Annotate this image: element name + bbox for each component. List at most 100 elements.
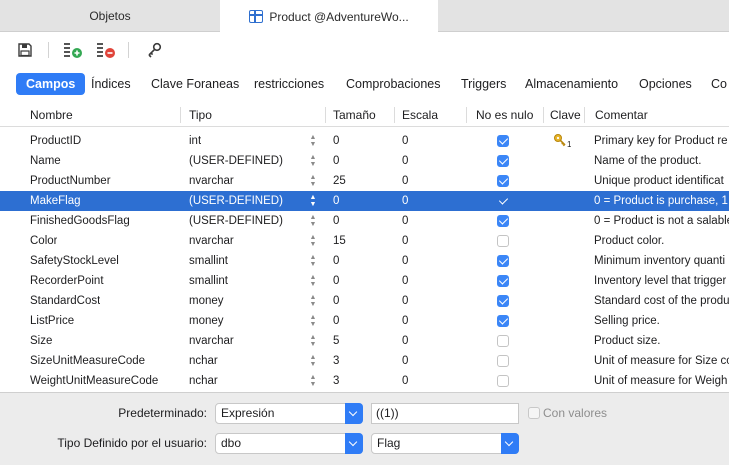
field-name-cell[interactable]: RecorderPoint	[30, 271, 104, 291]
field-name-cell[interactable]: FinishedGoodsFlag	[30, 211, 130, 231]
column-divider[interactable]	[466, 107, 467, 123]
field-size-cell[interactable]: 0	[333, 291, 339, 311]
field-type-cell[interactable]: smallint	[189, 271, 228, 291]
field-size-cell[interactable]: 25	[333, 171, 346, 191]
not-null-checkbox[interactable]	[497, 315, 509, 327]
not-null-checkbox[interactable]	[497, 275, 509, 287]
field-scale-cell[interactable]: 0	[402, 191, 408, 211]
tab-claves-foraneas[interactable]: Clave Foraneas	[151, 73, 239, 95]
field-size-cell[interactable]: 15	[333, 231, 346, 251]
not-null-checkbox[interactable]	[497, 255, 509, 267]
type-stepper-icon[interactable]: ▲ ▼	[309, 294, 317, 308]
field-name-cell[interactable]: MakeFlag	[30, 191, 81, 211]
tab-product-table[interactable]: Product @AdventureWo...	[220, 0, 438, 33]
field-size-cell[interactable]: 0	[333, 151, 339, 171]
field-type-cell[interactable]: money	[189, 311, 224, 331]
not-null-checkbox[interactable]	[497, 215, 509, 227]
field-type-cell[interactable]: nvarchar	[189, 331, 234, 351]
tab-restricciones[interactable]: restricciones	[254, 73, 324, 95]
field-comment-cell[interactable]: Inventory level that trigger	[594, 271, 726, 291]
field-scale-cell[interactable]: 0	[402, 351, 408, 371]
field-name-cell[interactable]: ProductID	[30, 131, 81, 151]
field-name-cell[interactable]: StandardCost	[30, 291, 100, 311]
field-name-cell[interactable]: WeightUnitMeasureCode	[30, 371, 158, 391]
field-type-cell[interactable]: nvarchar	[189, 231, 234, 251]
table-row[interactable]: Color nvarchar ▲ ▼ 15 0 Product color.	[0, 231, 729, 251]
not-null-checkbox[interactable]	[497, 175, 509, 187]
field-name-cell[interactable]: Color	[30, 231, 57, 251]
tab-objetos[interactable]: Objetos	[0, 0, 220, 32]
field-size-cell[interactable]: 3	[333, 351, 339, 371]
field-name-cell[interactable]: SafetyStockLevel	[30, 251, 119, 271]
field-type-cell[interactable]: (USER-DEFINED)	[189, 211, 283, 231]
field-scale-cell[interactable]: 0	[402, 151, 408, 171]
not-null-checkbox[interactable]	[497, 295, 509, 307]
field-type-cell[interactable]: nchar	[189, 351, 218, 371]
field-comment-cell[interactable]: Unit of measure for Weigh	[594, 371, 727, 391]
column-header-scale[interactable]: Escala	[402, 103, 438, 127]
field-size-cell[interactable]: 0	[333, 251, 339, 271]
default-value-input[interactable]: ((1))	[371, 403, 519, 424]
table-row[interactable]: Size nvarchar ▲ ▼ 5 0 Product size.	[0, 331, 729, 351]
add-field-button[interactable]	[62, 39, 84, 61]
field-type-cell[interactable]: money	[189, 291, 224, 311]
field-type-cell[interactable]: nchar	[189, 371, 218, 391]
field-scale-cell[interactable]: 0	[402, 251, 408, 271]
udt-schema-select[interactable]: dbo	[215, 433, 363, 454]
field-comment-cell[interactable]: 0 = Product is not a salable	[594, 211, 729, 231]
field-scale-cell[interactable]: 0	[402, 231, 408, 251]
save-button[interactable]	[14, 39, 36, 61]
column-divider[interactable]	[180, 107, 181, 123]
column-divider[interactable]	[394, 107, 395, 123]
field-comment-cell[interactable]: 0 = Product is purchase, 1 =	[594, 191, 729, 211]
field-scale-cell[interactable]: 0	[402, 271, 408, 291]
column-divider[interactable]	[325, 107, 326, 123]
type-stepper-icon[interactable]: ▲ ▼	[309, 314, 317, 328]
table-row[interactable]: SafetyStockLevel smallint ▲ ▼ 0 0 Minimum inve…	[0, 251, 729, 271]
field-type-cell[interactable]: nvarchar	[189, 171, 234, 191]
with-values-checkbox[interactable]	[528, 407, 540, 419]
type-stepper-icon[interactable]: ▲ ▼	[309, 234, 317, 248]
default-mode-select[interactable]: Expresión	[215, 403, 363, 424]
delete-field-button[interactable]	[95, 39, 117, 61]
field-scale-cell[interactable]: 0	[402, 311, 408, 331]
tab-opciones[interactable]: Opciones	[639, 73, 692, 95]
table-row[interactable]: ProductNumber nvarchar ▲ ▼ 25 0 Unique product…	[0, 171, 729, 191]
field-name-cell[interactable]: Size	[30, 331, 52, 351]
type-stepper-icon[interactable]: ▲ ▼	[309, 194, 317, 208]
field-size-cell[interactable]: 0	[333, 211, 339, 231]
not-null-checkbox[interactable]	[497, 155, 509, 167]
field-type-cell[interactable]: (USER-DEFINED)	[189, 151, 283, 171]
table-row[interactable]: StandardCost money ▲ ▼ 0 0 Standard cost of th…	[0, 291, 729, 311]
field-comment-cell[interactable]: Standard cost of the produ	[594, 291, 729, 311]
udt-name-select[interactable]: Flag	[371, 433, 519, 454]
type-stepper-icon[interactable]: ▲ ▼	[309, 154, 317, 168]
field-size-cell[interactable]: 0	[333, 311, 339, 331]
column-header-not-null[interactable]: No es nulo	[476, 103, 533, 127]
table-row[interactable]: Name (USER-DEFINED) ▲ ▼ 0 0 Name of the produc…	[0, 151, 729, 171]
field-comment-cell[interactable]: Product color.	[594, 231, 664, 251]
table-row[interactable]: MakeFlag (USER-DEFINED) ▲ ▼ 0 0 0 = Product is…	[0, 191, 729, 211]
table-row[interactable]: SizeUnitMeasureCode nchar ▲ ▼ 3 0 Unit of meas…	[0, 351, 729, 371]
field-size-cell[interactable]: 0	[333, 191, 339, 211]
field-comment-cell[interactable]: Primary key for Product re	[594, 131, 728, 151]
field-scale-cell[interactable]: 0	[402, 171, 408, 191]
field-name-cell[interactable]: Name	[30, 151, 61, 171]
type-stepper-icon[interactable]: ▲ ▼	[309, 334, 317, 348]
field-size-cell[interactable]: 3	[333, 371, 339, 391]
not-null-checkbox[interactable]	[497, 135, 509, 147]
not-null-checkbox[interactable]	[497, 235, 509, 247]
tab-triggers[interactable]: Triggers	[461, 73, 506, 95]
tab-campos[interactable]: Campos	[16, 73, 86, 95]
column-header-name[interactable]: Nombre	[30, 103, 73, 127]
field-scale-cell[interactable]: 0	[402, 131, 408, 151]
not-null-checkbox[interactable]	[497, 375, 509, 387]
field-comment-cell[interactable]: Unit of measure for Size co	[594, 351, 729, 371]
field-size-cell[interactable]: 0	[333, 131, 339, 151]
tab-almacenamiento[interactable]: Almacenamiento	[525, 73, 618, 95]
column-header-key[interactable]: Clave	[550, 103, 581, 127]
field-scale-cell[interactable]: 0	[402, 331, 408, 351]
tab-indices[interactable]: Índices	[91, 73, 131, 95]
field-type-cell[interactable]: (USER-DEFINED)	[189, 191, 283, 211]
field-name-cell[interactable]: SizeUnitMeasureCode	[30, 351, 145, 371]
